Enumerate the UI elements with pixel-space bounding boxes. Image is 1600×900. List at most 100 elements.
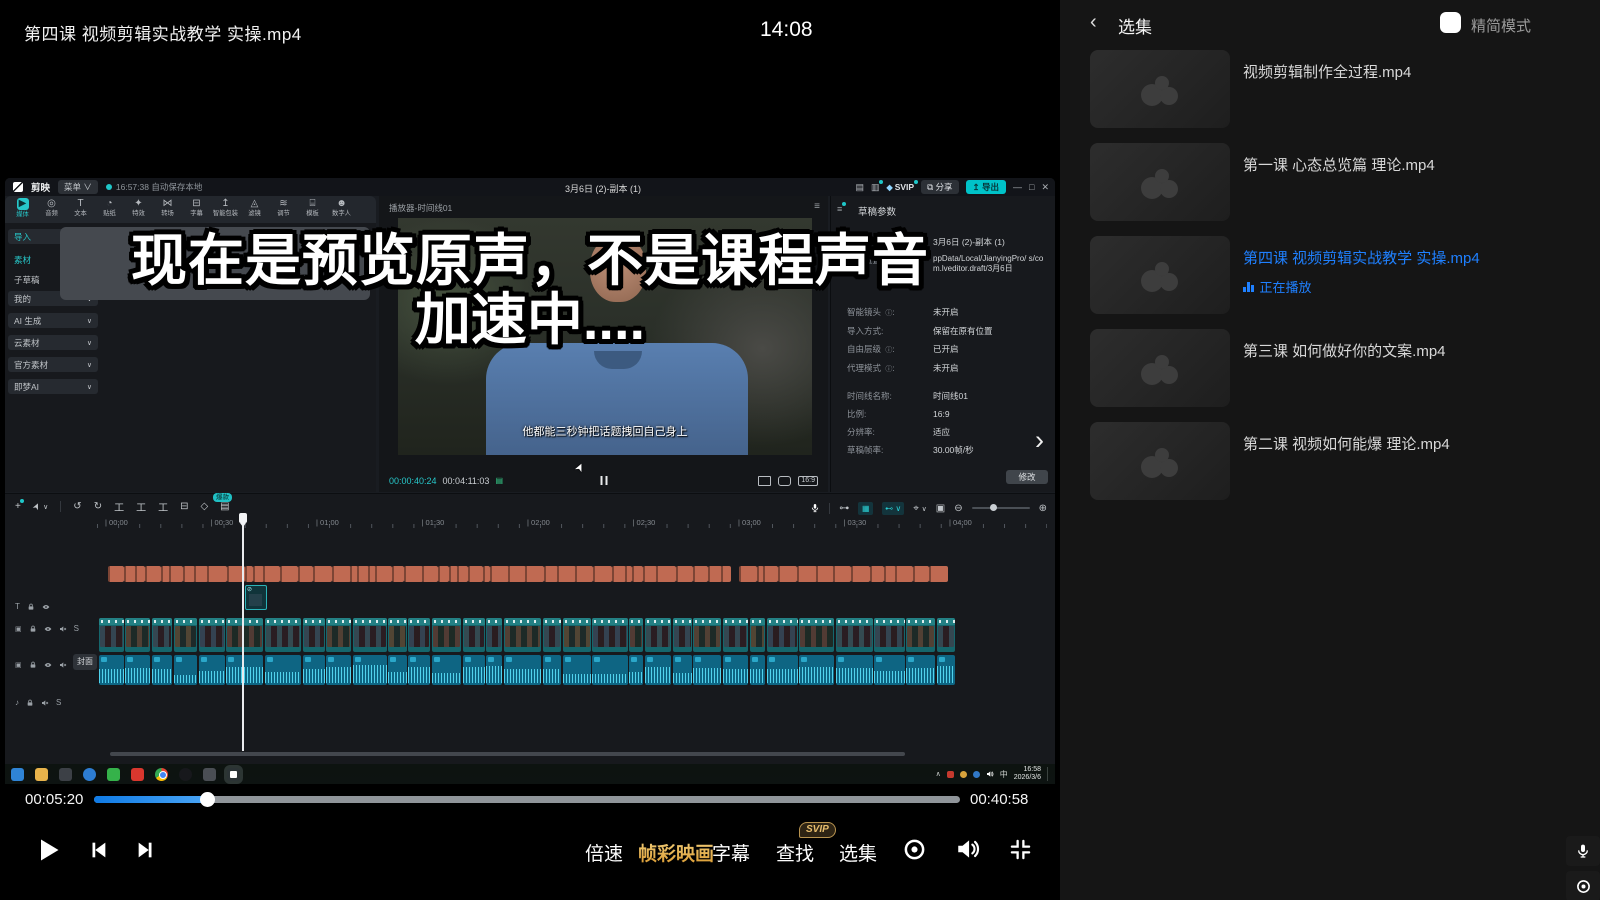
media-group-官方素材[interactable]: 官方素材∨ <box>8 357 98 372</box>
timeline-clip[interactable]: ⊘ <box>245 585 267 610</box>
timeline-clip[interactable] <box>404 566 423 582</box>
timeline-clip[interactable] <box>207 566 227 582</box>
timeline-clip[interactable] <box>392 566 405 582</box>
timeline-clip[interactable] <box>629 655 643 685</box>
timeline-clip[interactable] <box>557 566 576 582</box>
tray-icon[interactable] <box>973 771 980 778</box>
menu-button-查找[interactable]: 查找 <box>776 839 814 866</box>
timeline-clip[interactable] <box>676 566 694 582</box>
taskbar-app-app-blue[interactable] <box>83 768 96 781</box>
timeline-clip[interactable] <box>313 566 333 582</box>
timeline-clip[interactable] <box>750 618 766 652</box>
audio-track-header[interactable]: ♪ S <box>15 698 61 707</box>
previous-button[interactable] <box>87 839 109 861</box>
timeline-clip[interactable] <box>721 566 731 582</box>
timeline-clip[interactable] <box>612 566 626 582</box>
timeline-clip[interactable] <box>673 618 692 652</box>
timeline-zoom-slider[interactable] <box>972 507 1030 509</box>
timeline-clip[interactable] <box>833 566 851 582</box>
next-button[interactable] <box>135 839 157 861</box>
zoom-out-icon[interactable]: ⊖ <box>954 503 962 514</box>
timeline-clip[interactable] <box>326 655 351 685</box>
timeline-clip[interactable] <box>169 566 183 582</box>
ribbon-tab-媒体[interactable]: ▶媒体 <box>8 196 37 223</box>
timeline-clip[interactable] <box>645 618 671 652</box>
progress-bar[interactable] <box>94 796 960 803</box>
timeline-clip[interactable] <box>408 618 430 652</box>
editor-svip-button[interactable]: ◆SVIP <box>887 182 915 192</box>
share-button[interactable]: ⧉ 分享 <box>921 180 958 194</box>
sticker-track-header[interactable]: ▣ S <box>15 624 79 633</box>
timeline-clip[interactable] <box>463 618 485 652</box>
ribbon-tab-转场[interactable]: ⋈转场 <box>153 196 182 223</box>
ribbon-tab-特效[interactable]: ✦特效 <box>124 196 153 223</box>
timeline-clip[interactable] <box>884 566 896 582</box>
maximize-button[interactable]: □ <box>1029 182 1034 192</box>
timeline-clip[interactable] <box>836 655 873 685</box>
video-track-header[interactable]: ▣ S <box>15 660 79 669</box>
eye-icon[interactable] <box>44 661 52 669</box>
timeline-clip[interactable] <box>799 618 834 652</box>
timeline-clip[interactable] <box>263 566 280 582</box>
timeline-clip[interactable] <box>592 618 627 652</box>
timeline-clip[interactable] <box>708 566 722 582</box>
svip-badge[interactable]: SVIP <box>799 822 836 838</box>
minimize-button[interactable]: — <box>1013 182 1022 192</box>
timeline-clip[interactable] <box>816 566 833 582</box>
timeline-clip[interactable] <box>468 566 483 582</box>
taskbar-app-wechat[interactable] <box>107 768 120 781</box>
mute-icon[interactable] <box>59 625 67 633</box>
timeline-clip[interactable] <box>836 618 873 652</box>
mute-icon[interactable] <box>59 661 67 669</box>
ribbon-tab-文本[interactable]: T文本 <box>66 196 95 223</box>
export-button[interactable]: ↥ 导出 <box>966 180 1007 194</box>
taskbar-clock[interactable]: 16:582026/3/6 <box>1014 766 1041 782</box>
timeline-clip[interactable] <box>851 566 871 582</box>
timeline-clip[interactable] <box>99 655 124 685</box>
timeline-clip[interactable] <box>135 566 145 582</box>
timeline-clip[interactable] <box>490 566 509 582</box>
add-media-icon[interactable]: + <box>15 501 21 512</box>
timeline-clip[interactable] <box>767 618 798 652</box>
tray-icon[interactable] <box>947 771 954 778</box>
timeline-clip[interactable] <box>280 566 299 582</box>
mic-tool-button[interactable] <box>1566 836 1600 866</box>
timeline-clip[interactable] <box>432 618 462 652</box>
timeline-clip[interactable] <box>174 618 197 652</box>
play-button[interactable] <box>34 836 62 864</box>
timeline-clip[interactable] <box>629 618 643 652</box>
panels-icon[interactable]: ▣ <box>936 503 945 514</box>
timeline-clip[interactable] <box>99 618 124 652</box>
compact-mode-toggle[interactable] <box>1440 12 1461 33</box>
panel-layout-icon[interactable]: ▥ <box>871 182 880 193</box>
episode-item[interactable]: 第一课 心态总览篇 理论.mp4 <box>1090 143 1580 221</box>
timeline-clip[interactable] <box>643 566 657 582</box>
timeline-clip[interactable] <box>486 655 502 685</box>
timeline-clip[interactable] <box>645 655 671 685</box>
lock-icon[interactable] <box>29 625 37 633</box>
menu-button-选集[interactable]: 选集 <box>839 839 877 866</box>
timeline-clip[interactable] <box>656 566 676 582</box>
show-desktop-button[interactable] <box>1047 767 1051 781</box>
timeline-clip[interactable] <box>870 566 884 582</box>
timeline-clip[interactable] <box>183 566 195 582</box>
timeline-clip[interactable] <box>723 655 749 685</box>
editor-menu-button[interactable]: 菜单 ∨ <box>58 180 98 194</box>
taskbar-app-app-gray[interactable] <box>203 768 216 781</box>
tray-expand-icon[interactable]: ∧ <box>936 770 941 778</box>
exit-fullscreen-icon[interactable] <box>1009 838 1032 861</box>
episode-item[interactable]: 第三课 如何做好你的文案.mp4 <box>1090 329 1580 407</box>
timeline-clip[interactable] <box>226 618 263 652</box>
timeline-clip[interactable] <box>326 618 351 652</box>
close-button[interactable]: ✕ <box>1041 182 1049 193</box>
timeline-clip[interactable] <box>723 618 749 652</box>
timeline-clip[interactable] <box>937 655 955 685</box>
lock-icon[interactable] <box>26 699 34 707</box>
timeline-clip[interactable] <box>543 655 562 685</box>
layout-icon[interactable]: ▤ <box>856 182 865 193</box>
eye-icon[interactable] <box>42 603 50 611</box>
timeline-clip[interactable] <box>199 655 225 685</box>
timeline-clip[interactable] <box>895 566 913 582</box>
timeline-clip[interactable] <box>152 655 173 685</box>
timeline-clip[interactable] <box>108 566 124 582</box>
